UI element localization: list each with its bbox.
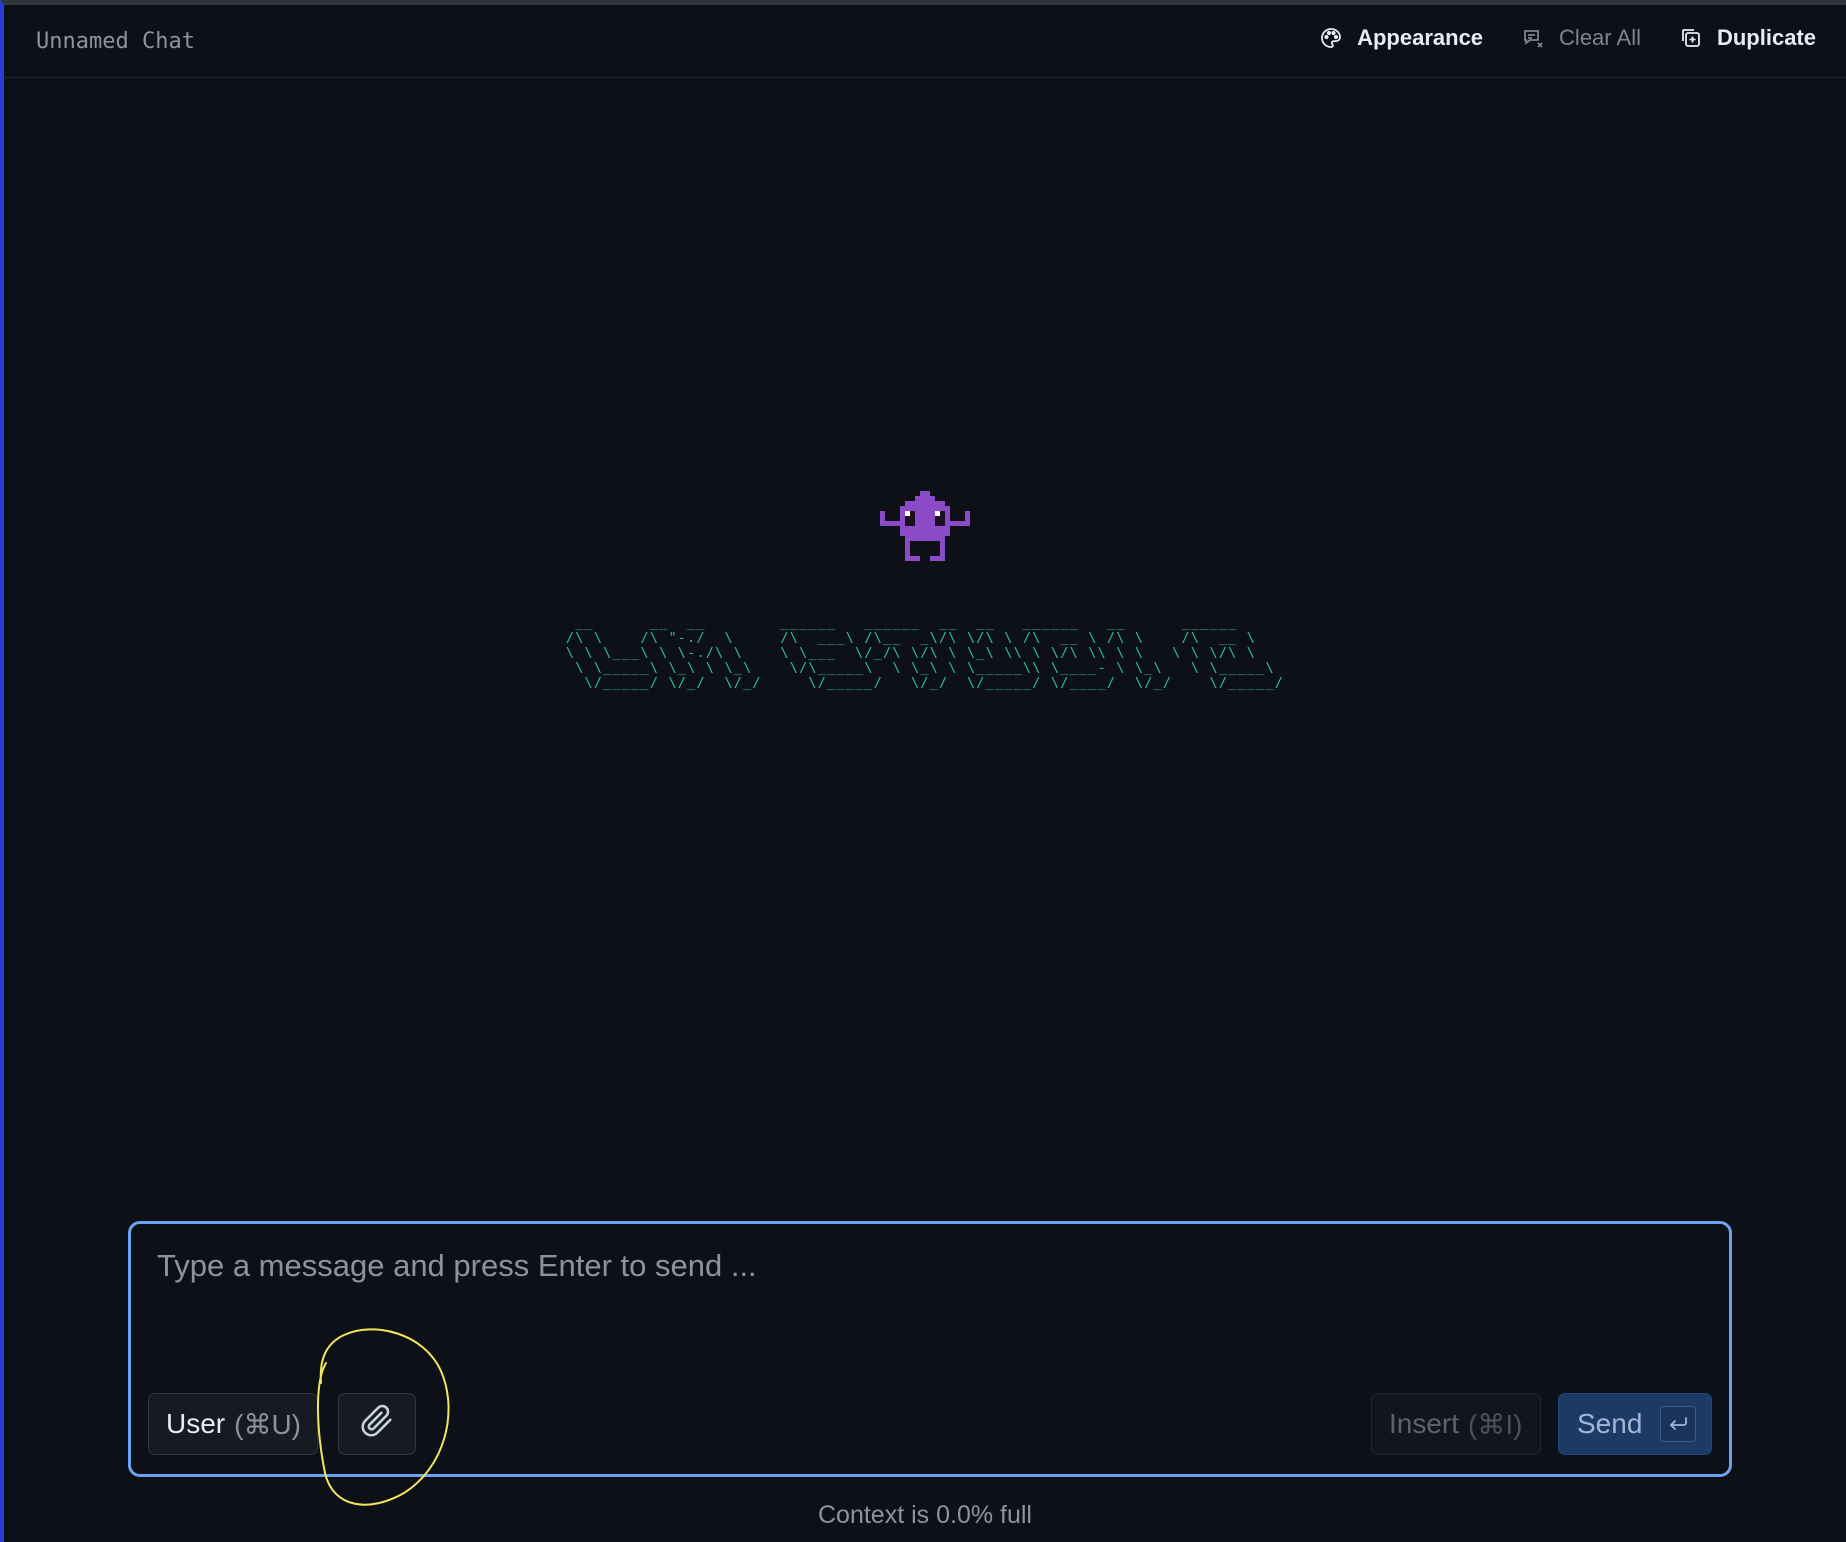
header-actions: Appearance Clear All Duplicate xyxy=(1319,25,1816,51)
insert-button[interactable]: Insert (⌘I) xyxy=(1371,1393,1541,1455)
message-input[interactable] xyxy=(155,1246,1699,1340)
alien-icon xyxy=(880,490,970,562)
banner-ascii-art: __ __ __ ______ ______ __ __ ______ __ _… xyxy=(565,615,1285,691)
duplicate-button[interactable]: Duplicate xyxy=(1679,25,1816,51)
clear-chat-icon xyxy=(1521,26,1545,50)
palette-icon xyxy=(1319,26,1343,50)
appearance-label: Appearance xyxy=(1357,25,1484,50)
enter-key-icon xyxy=(1660,1406,1697,1442)
chat-header: Unnamed Chat Appearance Clear All Duplic… xyxy=(4,5,1846,78)
attach-file-button[interactable] xyxy=(338,1393,416,1455)
message-composer: User (⌘U) Insert (⌘I) Send xyxy=(128,1221,1732,1477)
send-button[interactable]: Send xyxy=(1558,1393,1712,1455)
welcome-splash: __ __ __ ______ ______ __ __ ______ __ _… xyxy=(4,490,1846,692)
duplicate-label: Duplicate xyxy=(1716,25,1816,50)
role-toggle-button[interactable]: User (⌘U) xyxy=(148,1393,318,1455)
clear-all-button[interactable]: Clear All xyxy=(1521,25,1641,51)
insert-label: Insert xyxy=(1389,1408,1460,1439)
insert-shortcut: (⌘I) xyxy=(1468,1408,1523,1440)
paperclip-icon xyxy=(360,1404,394,1445)
context-usage-status: Context is 0.0% full xyxy=(818,1501,1032,1529)
chat-title[interactable]: Unnamed Chat xyxy=(36,29,195,54)
send-label: Send xyxy=(1577,1408,1643,1439)
role-shortcut: (⌘U) xyxy=(234,1408,301,1440)
appearance-button[interactable]: Appearance xyxy=(1319,25,1483,51)
clear-all-label: Clear All xyxy=(1559,25,1641,50)
duplicate-icon xyxy=(1679,26,1703,50)
chat-app: Unnamed Chat Appearance Clear All Duplic… xyxy=(0,0,1846,1542)
role-label: User xyxy=(166,1408,226,1439)
